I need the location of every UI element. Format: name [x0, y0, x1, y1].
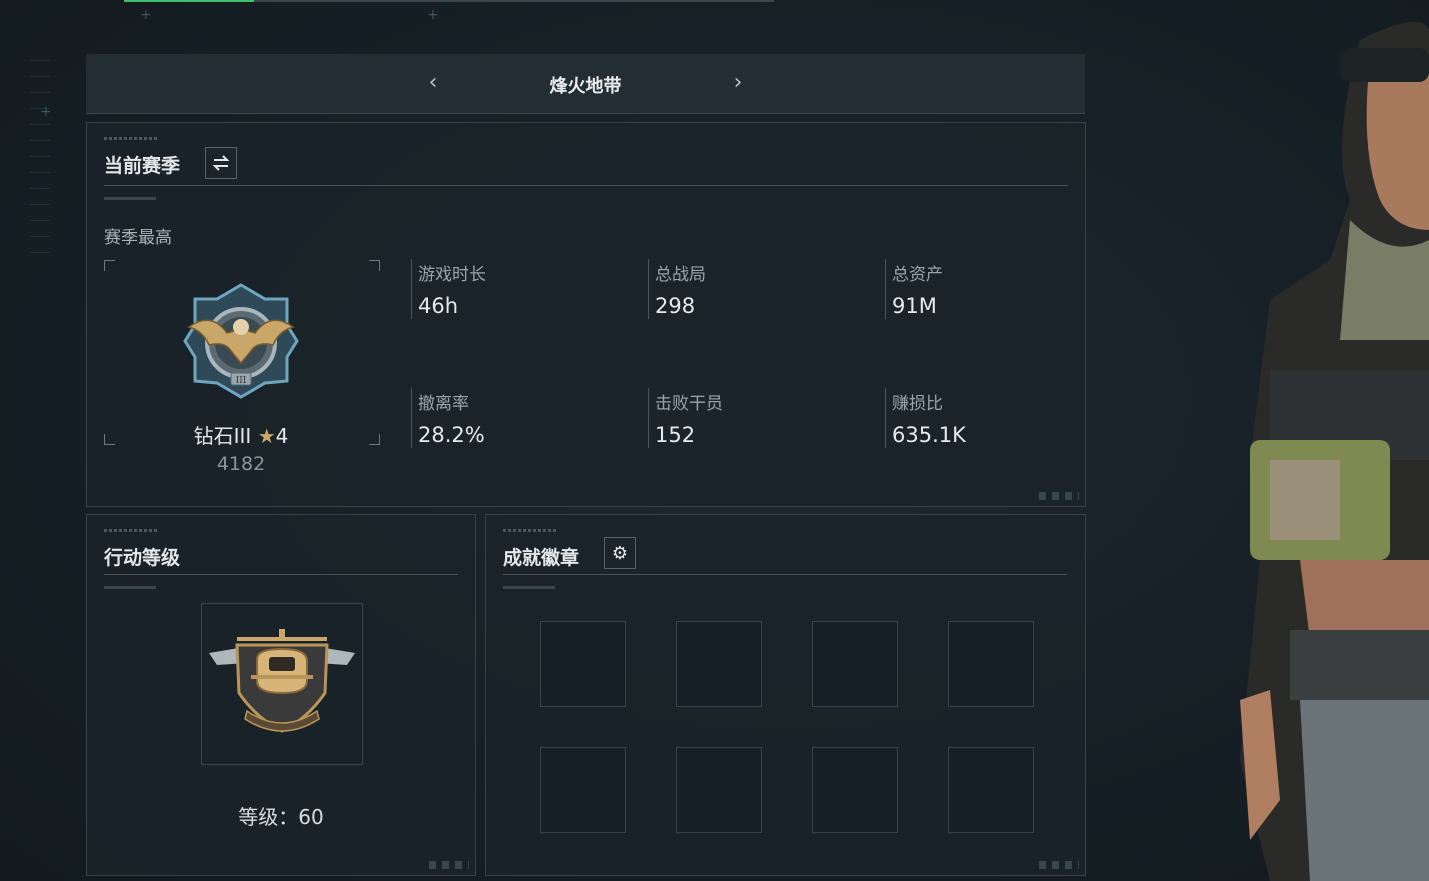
divider-mark — [104, 197, 156, 200]
panel-tag — [104, 137, 159, 140]
rank-score: 4182 — [216, 453, 266, 475]
corner-decor — [1039, 492, 1079, 500]
stat-label: 击败干员 — [655, 394, 723, 414]
stat-value: 635.1K — [892, 423, 966, 447]
stat-value: 152 — [655, 423, 696, 447]
mode-header: ‹ 烽火地带 › — [86, 54, 1085, 114]
stat-label: 赚损比 — [892, 394, 943, 414]
season-panel: 当前赛季 赛季最高 III 钻石III ★4 4182 游戏时长 46h 总战局… — [86, 122, 1086, 507]
decor-cross-icon: + — [427, 7, 439, 23]
stat-operators-defeated: 击败干员 152 — [648, 388, 875, 448]
corner-decor — [1039, 861, 1079, 869]
badges-title: 成就徽章 — [503, 547, 580, 569]
operator-character-image — [1240, 22, 1429, 881]
helicopter-level-emblem-icon — [209, 629, 355, 733]
badge-slot[interactable] — [540, 621, 626, 707]
mode-title: 烽火地带 — [549, 76, 622, 97]
svg-text:III: III — [236, 376, 247, 386]
badge-slot[interactable] — [676, 621, 762, 707]
level-panel: 行动等级 等级：60 — [86, 514, 476, 876]
stat-label: 总资产 — [892, 265, 943, 285]
divider-mark — [104, 586, 156, 589]
stat-label: 游戏时长 — [418, 265, 486, 285]
badge-slot[interactable] — [948, 621, 1034, 707]
decor-cross-icon: + — [140, 7, 152, 23]
divider — [503, 574, 1067, 575]
stat-total-matches: 总战局 298 — [648, 259, 875, 319]
panel-tag — [104, 529, 159, 532]
rank-stars: 4 — [275, 424, 289, 448]
stat-total-assets: 总资产 91M — [885, 259, 1112, 319]
star-icon: ★ — [257, 424, 276, 448]
stat-value: 28.2% — [418, 423, 485, 447]
divider — [104, 574, 458, 575]
swap-arrows-icon — [212, 155, 230, 171]
top-progress-accent — [124, 0, 254, 2]
level-value: 等级：60 — [238, 805, 324, 829]
season-title: 当前赛季 — [104, 155, 181, 177]
decor-ruler — [30, 60, 50, 260]
badges-settings-button[interactable]: ⚙ — [604, 537, 636, 569]
divider-mark — [503, 586, 555, 589]
panel-tag — [503, 529, 558, 532]
divider — [104, 185, 1068, 186]
badges-panel: 成就徽章 ⚙ — [485, 514, 1086, 876]
decor-cross-icon: + — [40, 104, 52, 120]
stat-label: 总战局 — [655, 265, 706, 285]
badge-slot[interactable] — [540, 747, 626, 833]
stat-extract-rate: 撤离率 28.2% — [411, 388, 638, 448]
rank-title: 钻石III — [193, 424, 252, 448]
gear-icon: ⚙ — [611, 542, 629, 564]
badge-slot[interactable] — [676, 747, 762, 833]
badge-slot[interactable] — [948, 747, 1034, 833]
rank-name: 钻石III ★4 — [87, 420, 395, 449]
stat-play-time: 游戏时长 46h — [411, 259, 638, 319]
stat-value: 91M — [892, 294, 937, 318]
level-title: 行动等级 — [104, 547, 181, 569]
stat-value: 46h — [418, 294, 459, 318]
diamond-rank-emblem-icon: III — [183, 283, 299, 399]
stat-label: 撤离率 — [418, 394, 469, 414]
badge-slot[interactable] — [812, 621, 898, 707]
stat-value: 298 — [655, 294, 696, 318]
next-mode-button[interactable]: › — [723, 66, 753, 100]
season-best-label: 赛季最高 — [104, 228, 172, 248]
badge-slot[interactable] — [812, 747, 898, 833]
stat-profit-ratio: 赚损比 635.1K — [885, 388, 1112, 448]
corner-decor — [429, 861, 469, 869]
season-switch-button[interactable] — [205, 147, 237, 179]
